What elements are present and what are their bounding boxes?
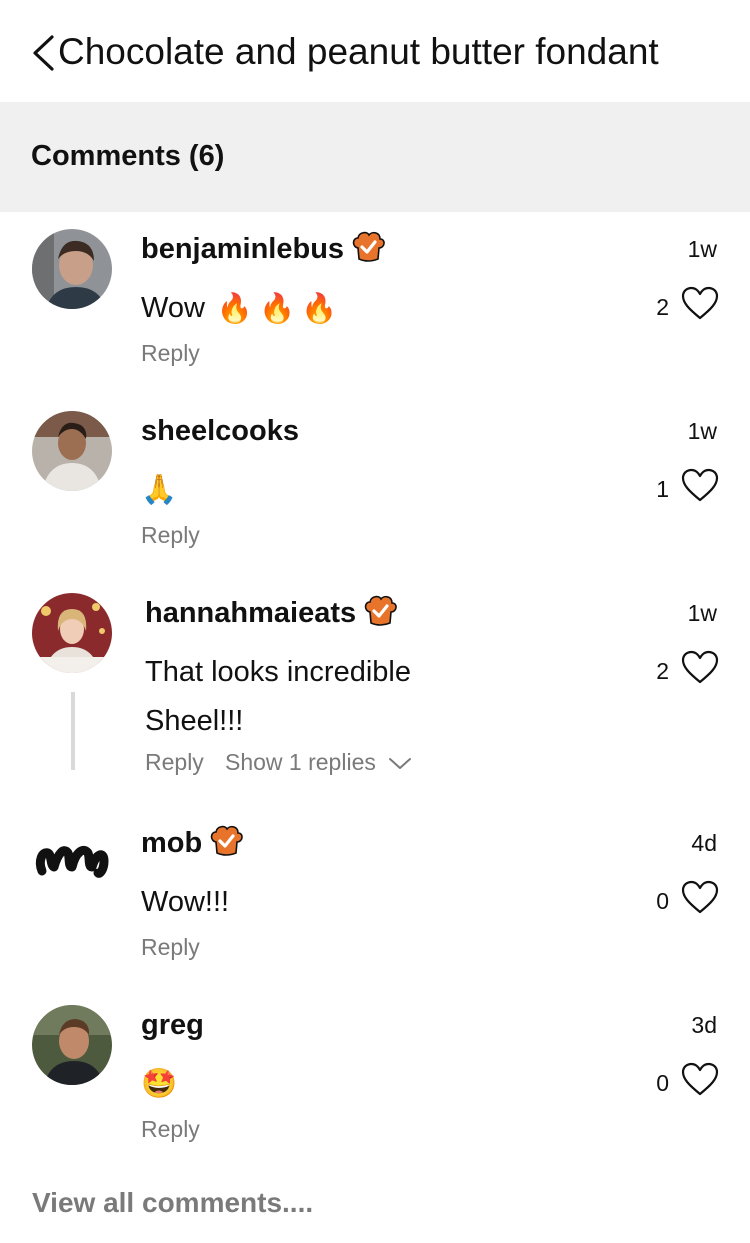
reply-button[interactable]: Reply [141,1115,200,1143]
heart-icon[interactable] [680,285,720,321]
comment-text: Wow!!! [141,886,230,918]
heart-icon[interactable] [680,649,720,685]
verified-chef-badge-icon [364,596,397,627]
comment-username[interactable]: hannahmaieats [145,595,398,631]
comment-item: mob 4d Wow!!! 0 Reply [0,823,750,963]
reply-button[interactable]: Reply [141,339,200,367]
like-count: 0 [656,1070,669,1096]
fire-emoji: 🔥 [216,292,254,325]
comment-timestamp: 4d [691,830,717,856]
star-struck-emoji: 🤩 [141,1068,178,1100]
username-text[interactable]: hannahmaieats [145,597,356,629]
fire-emoji: 🔥 [259,292,296,325]
like-count: 1 [656,476,669,502]
reply-button[interactable]: Reply [141,521,200,549]
reply-button[interactable]: Reply [145,748,204,776]
comment-text: That looks incredible Sheel!!! [145,648,411,746]
comment-item: benjaminlebus 1w Wow 🔥 🔥 🔥 2 Reply [0,229,750,369]
avatar[interactable] [32,593,112,673]
comment-timestamp: 1w [687,236,717,262]
comment-timestamp: 1w [687,418,717,444]
username-text[interactable]: benjaminlebus [141,233,344,265]
praying-hands-emoji: 🙏 [141,474,178,506]
username-text[interactable]: mob [141,827,202,859]
comment-text-content: Wow [141,292,205,324]
comment-timestamp: 1w [687,600,717,626]
username-text[interactable]: sheelcooks [141,415,299,447]
like-count: 2 [656,294,669,320]
comment-timestamp: 3d [691,1012,717,1038]
reply-button[interactable]: Reply [141,933,200,961]
comment-item: greg 3d 🤩 0 Reply [0,1005,750,1145]
view-all-comments-link[interactable]: View all comments.... [32,1186,313,1220]
show-replies-label[interactable]: Show 1 replies [225,749,376,775]
chevron-down-icon[interactable] [388,757,412,771]
comment-username[interactable]: benjaminlebus [141,231,386,267]
comment-username[interactable]: mob [141,825,244,861]
page-title: Chocolate and peanut butter fondant [58,31,659,72]
verified-chef-badge-icon [352,232,385,263]
heart-icon[interactable] [680,879,720,915]
comment-text: 🤩 [141,1060,177,1109]
comments-count-title: Comments (6) [31,140,225,172]
like-count: 0 [656,888,669,914]
comment-text: Wow 🔥 🔥 🔥 [141,284,337,334]
comment-username[interactable]: sheelcooks [141,413,299,449]
comment-item: hannahmaieats 1w That looks incredible S… [0,593,750,783]
mob-logo-icon [35,845,109,878]
comment-text-line: That looks incredible [145,656,411,688]
avatar[interactable] [32,1005,112,1085]
heart-icon[interactable] [680,1061,720,1097]
comment-username[interactable]: greg [141,1007,204,1043]
back-chevron-icon[interactable] [30,34,56,72]
avatar[interactable] [32,823,112,903]
avatar[interactable] [32,229,112,309]
comment-text-line: Sheel!!! [145,705,244,737]
comment-text: 🙏 [141,466,177,515]
show-replies-toggle[interactable]: Show 1 replies [225,748,412,776]
emoji-group: 🔥 🔥 🔥 [217,285,337,334]
page-header: Chocolate and peanut butter fondant [0,0,750,102]
heart-icon[interactable] [680,467,720,503]
fire-emoji: 🔥 [301,292,338,325]
username-text[interactable]: greg [141,1009,204,1041]
verified-chef-badge-icon [210,826,244,857]
like-count: 2 [656,658,669,684]
avatar[interactable] [32,411,112,491]
comment-item: sheelcooks 1w 🙏 1 Reply [0,411,750,551]
